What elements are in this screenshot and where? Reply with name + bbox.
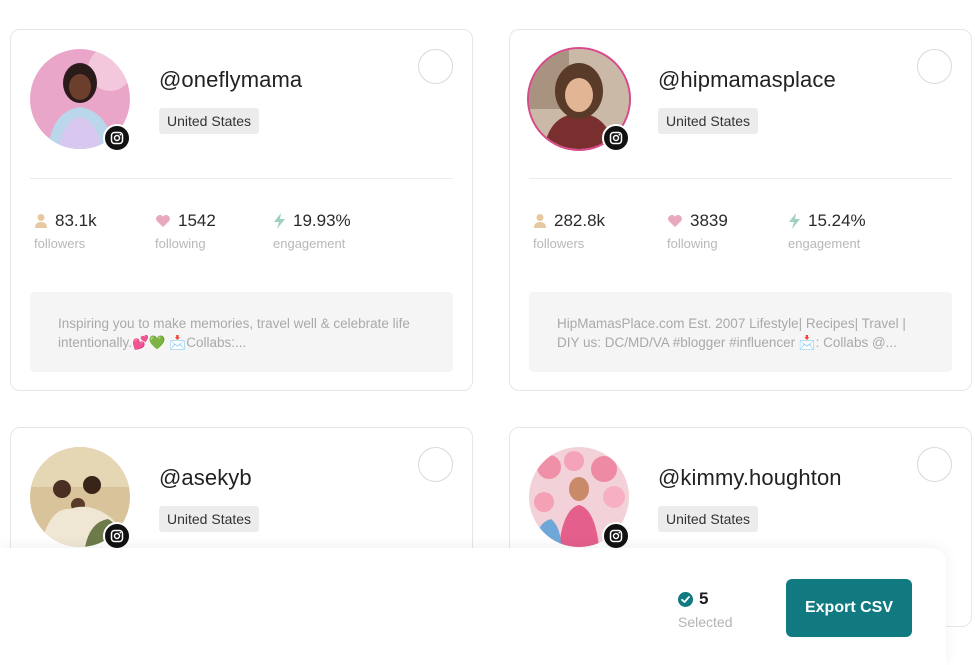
bolt-icon <box>274 213 285 229</box>
check-circle-icon <box>678 591 693 607</box>
profile-handle[interactable]: @hipmamasplace <box>658 67 836 93</box>
engagement-stat: 15.24% engagement <box>788 210 866 251</box>
select-checkbox[interactable] <box>917 49 952 84</box>
followers-label: followers <box>533 236 585 251</box>
country-badge: United States <box>159 506 260 532</box>
following-value: 1542 <box>178 211 216 230</box>
selected-label: Selected <box>678 614 733 630</box>
export-csv-button[interactable]: Export CSV <box>786 579 912 637</box>
bio-text: Inspiring you to make memories, travel w… <box>30 292 453 372</box>
instagram-icon <box>602 124 630 152</box>
heart-icon <box>156 215 170 227</box>
following-stat: 1542 following <box>155 210 216 251</box>
engagement-stat: 19.93% engagement <box>273 210 351 251</box>
country-badge: United States <box>658 108 759 134</box>
avatar <box>529 447 630 550</box>
divider <box>529 178 952 179</box>
avatar <box>30 447 131 550</box>
avatar <box>30 49 131 152</box>
select-checkbox[interactable] <box>418 447 453 482</box>
avatar <box>527 47 631 152</box>
profile-handle[interactable]: @asekyb <box>159 465 252 491</box>
following-stat: 3839 following <box>667 210 728 251</box>
engagement-label: engagement <box>273 236 346 251</box>
selected-count: 5 <box>699 589 709 608</box>
followers-value: 83.1k <box>55 211 97 230</box>
heart-icon <box>668 215 682 227</box>
followers-stat: 83.1k followers <box>34 210 97 251</box>
following-value: 3839 <box>690 211 728 230</box>
engagement-value: 19.93% <box>293 211 351 230</box>
select-checkbox[interactable] <box>418 49 453 84</box>
person-icon <box>534 214 546 228</box>
followers-stat: 282.8k followers <box>533 210 605 251</box>
divider <box>30 178 453 179</box>
profile-card[interactable]: @hipmamasplace United States 282.8k foll… <box>509 29 972 391</box>
profile-handle[interactable]: @oneflymama <box>159 67 302 93</box>
country-badge: United States <box>658 506 759 532</box>
instagram-icon <box>103 124 131 152</box>
followers-value: 282.8k <box>554 211 606 230</box>
select-checkbox[interactable] <box>917 447 952 482</box>
following-label: following <box>155 236 206 251</box>
profile-card[interactable]: @oneflymama United States 83.1k follower… <box>10 29 473 391</box>
profile-handle[interactable]: @kimmy.houghton <box>658 465 842 491</box>
engagement-value: 15.24% <box>808 211 866 230</box>
instagram-icon <box>602 522 630 550</box>
bolt-icon <box>789 213 800 229</box>
instagram-icon <box>103 522 131 550</box>
person-icon <box>35 214 47 228</box>
bio-text: HipMamasPlace.com Est. 2007 Lifestyle| R… <box>529 292 952 372</box>
country-badge: United States <box>159 108 260 134</box>
followers-label: followers <box>34 236 86 251</box>
engagement-label: engagement <box>788 236 861 251</box>
following-label: following <box>667 236 718 251</box>
selected-summary: 5 Selected <box>678 589 732 630</box>
